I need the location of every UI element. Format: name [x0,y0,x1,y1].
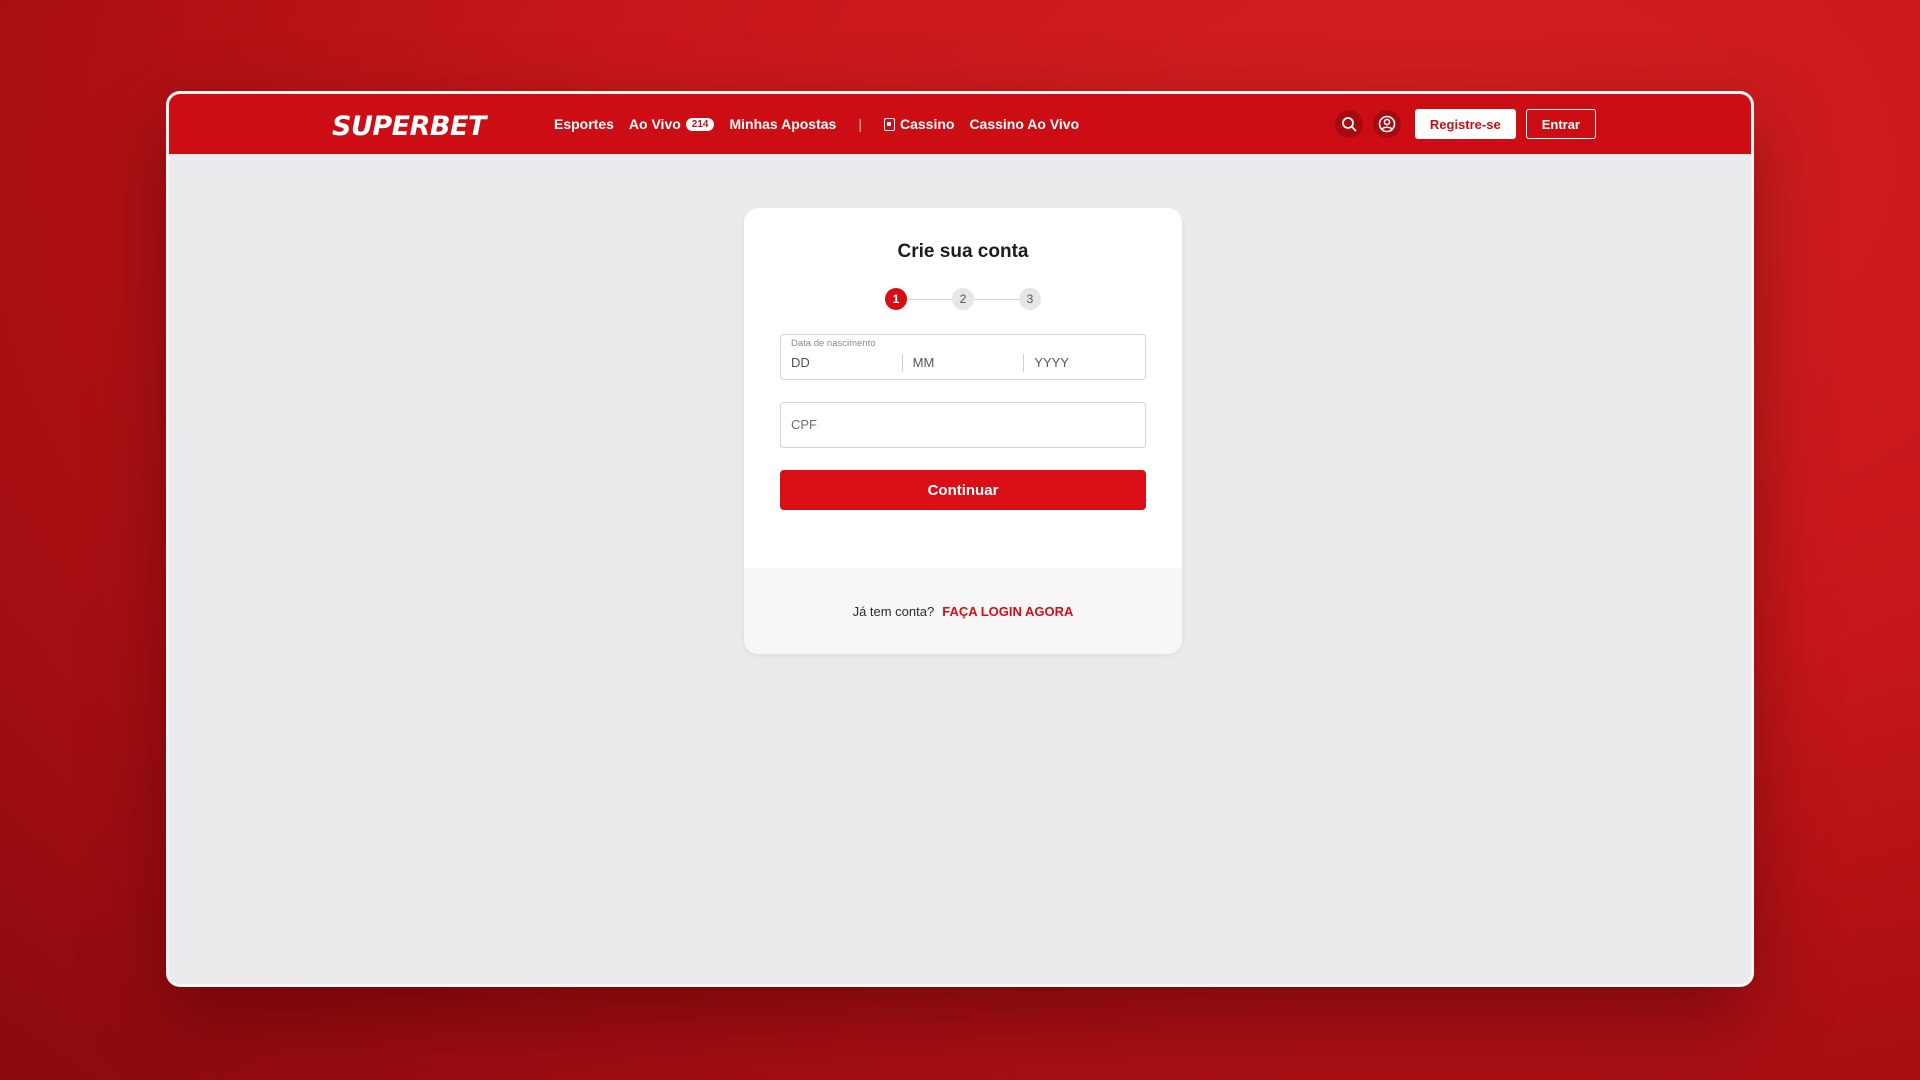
step-indicator-2: 2 [952,288,974,310]
account-button[interactable] [1372,110,1401,138]
nav-separator: | [858,116,862,132]
signup-stepper: 1 2 3 [744,288,1182,310]
search-icon [1341,117,1357,132]
cpf-field[interactable]: CPF [780,402,1146,448]
search-button[interactable] [1334,110,1363,138]
nav-item-cassino[interactable]: Cassino [883,116,955,132]
nav-item-ao-vivo[interactable]: Ao Vivo 214 [629,116,715,132]
birth-year-input[interactable]: YYYY [1023,354,1145,372]
birth-month-input[interactable]: MM [901,354,1024,372]
login-prompt-text: Já tem conta? [852,603,935,619]
live-count-badge: 214 [685,117,715,131]
browser-window: SUPERBET Esportes Ao Vivo 214 Minhas Apo… [166,91,1754,987]
user-icon [1378,115,1396,133]
step-indicator-1: 1 [885,288,907,310]
register-button[interactable]: Registre-se [1414,109,1516,139]
nav-item-label: Ao Vivo [628,116,681,132]
continue-button[interactable]: Continuar [780,470,1146,510]
birth-day-input[interactable]: DD [781,354,902,372]
nav-item-minhas-apostas[interactable]: Minhas Apostas [729,116,836,132]
birthdate-field: Data de nascimento DD MM YYYY [780,334,1146,380]
nav-item-esportes[interactable]: Esportes [554,116,614,132]
signup-card: Crie sua conta 1 2 3 Data de nascimento … [744,208,1182,654]
birthdate-inputs: DD MM YYYY [781,354,1145,372]
cassino-icon [883,117,895,131]
nav-item-cassino-ao-vivo[interactable]: Cassino Ao Vivo [969,116,1079,132]
step-connector [907,298,952,300]
nav-item-label: Cassino Ao Vivo [969,116,1080,132]
login-now-link[interactable]: FAÇA LOGIN AGORA [942,604,1073,619]
birthdate-label: Data de nascimento [791,338,876,349]
nav-item-label: Minhas Apostas [729,116,837,132]
header-actions: Registre-se Entrar [1334,94,1596,154]
main-nav: Esportes Ao Vivo 214 Minhas Apostas | Ca… [554,94,1079,154]
step-connector [974,298,1019,300]
login-button[interactable]: Entrar [1525,109,1596,139]
page-title: Crie sua conta [897,241,1029,262]
cpf-input[interactable]: CPF [791,417,817,432]
nav-item-label: Cassino [899,116,955,132]
nav-item-label: Esportes [554,116,614,132]
step-indicator-3: 3 [1019,288,1041,310]
top-navigation-bar: SUPERBET Esportes Ao Vivo 214 Minhas Apo… [169,94,1751,154]
login-prompt: Já tem conta? FAÇA LOGIN AGORA [744,568,1182,654]
superbet-logo[interactable]: SUPERBET [332,111,486,142]
